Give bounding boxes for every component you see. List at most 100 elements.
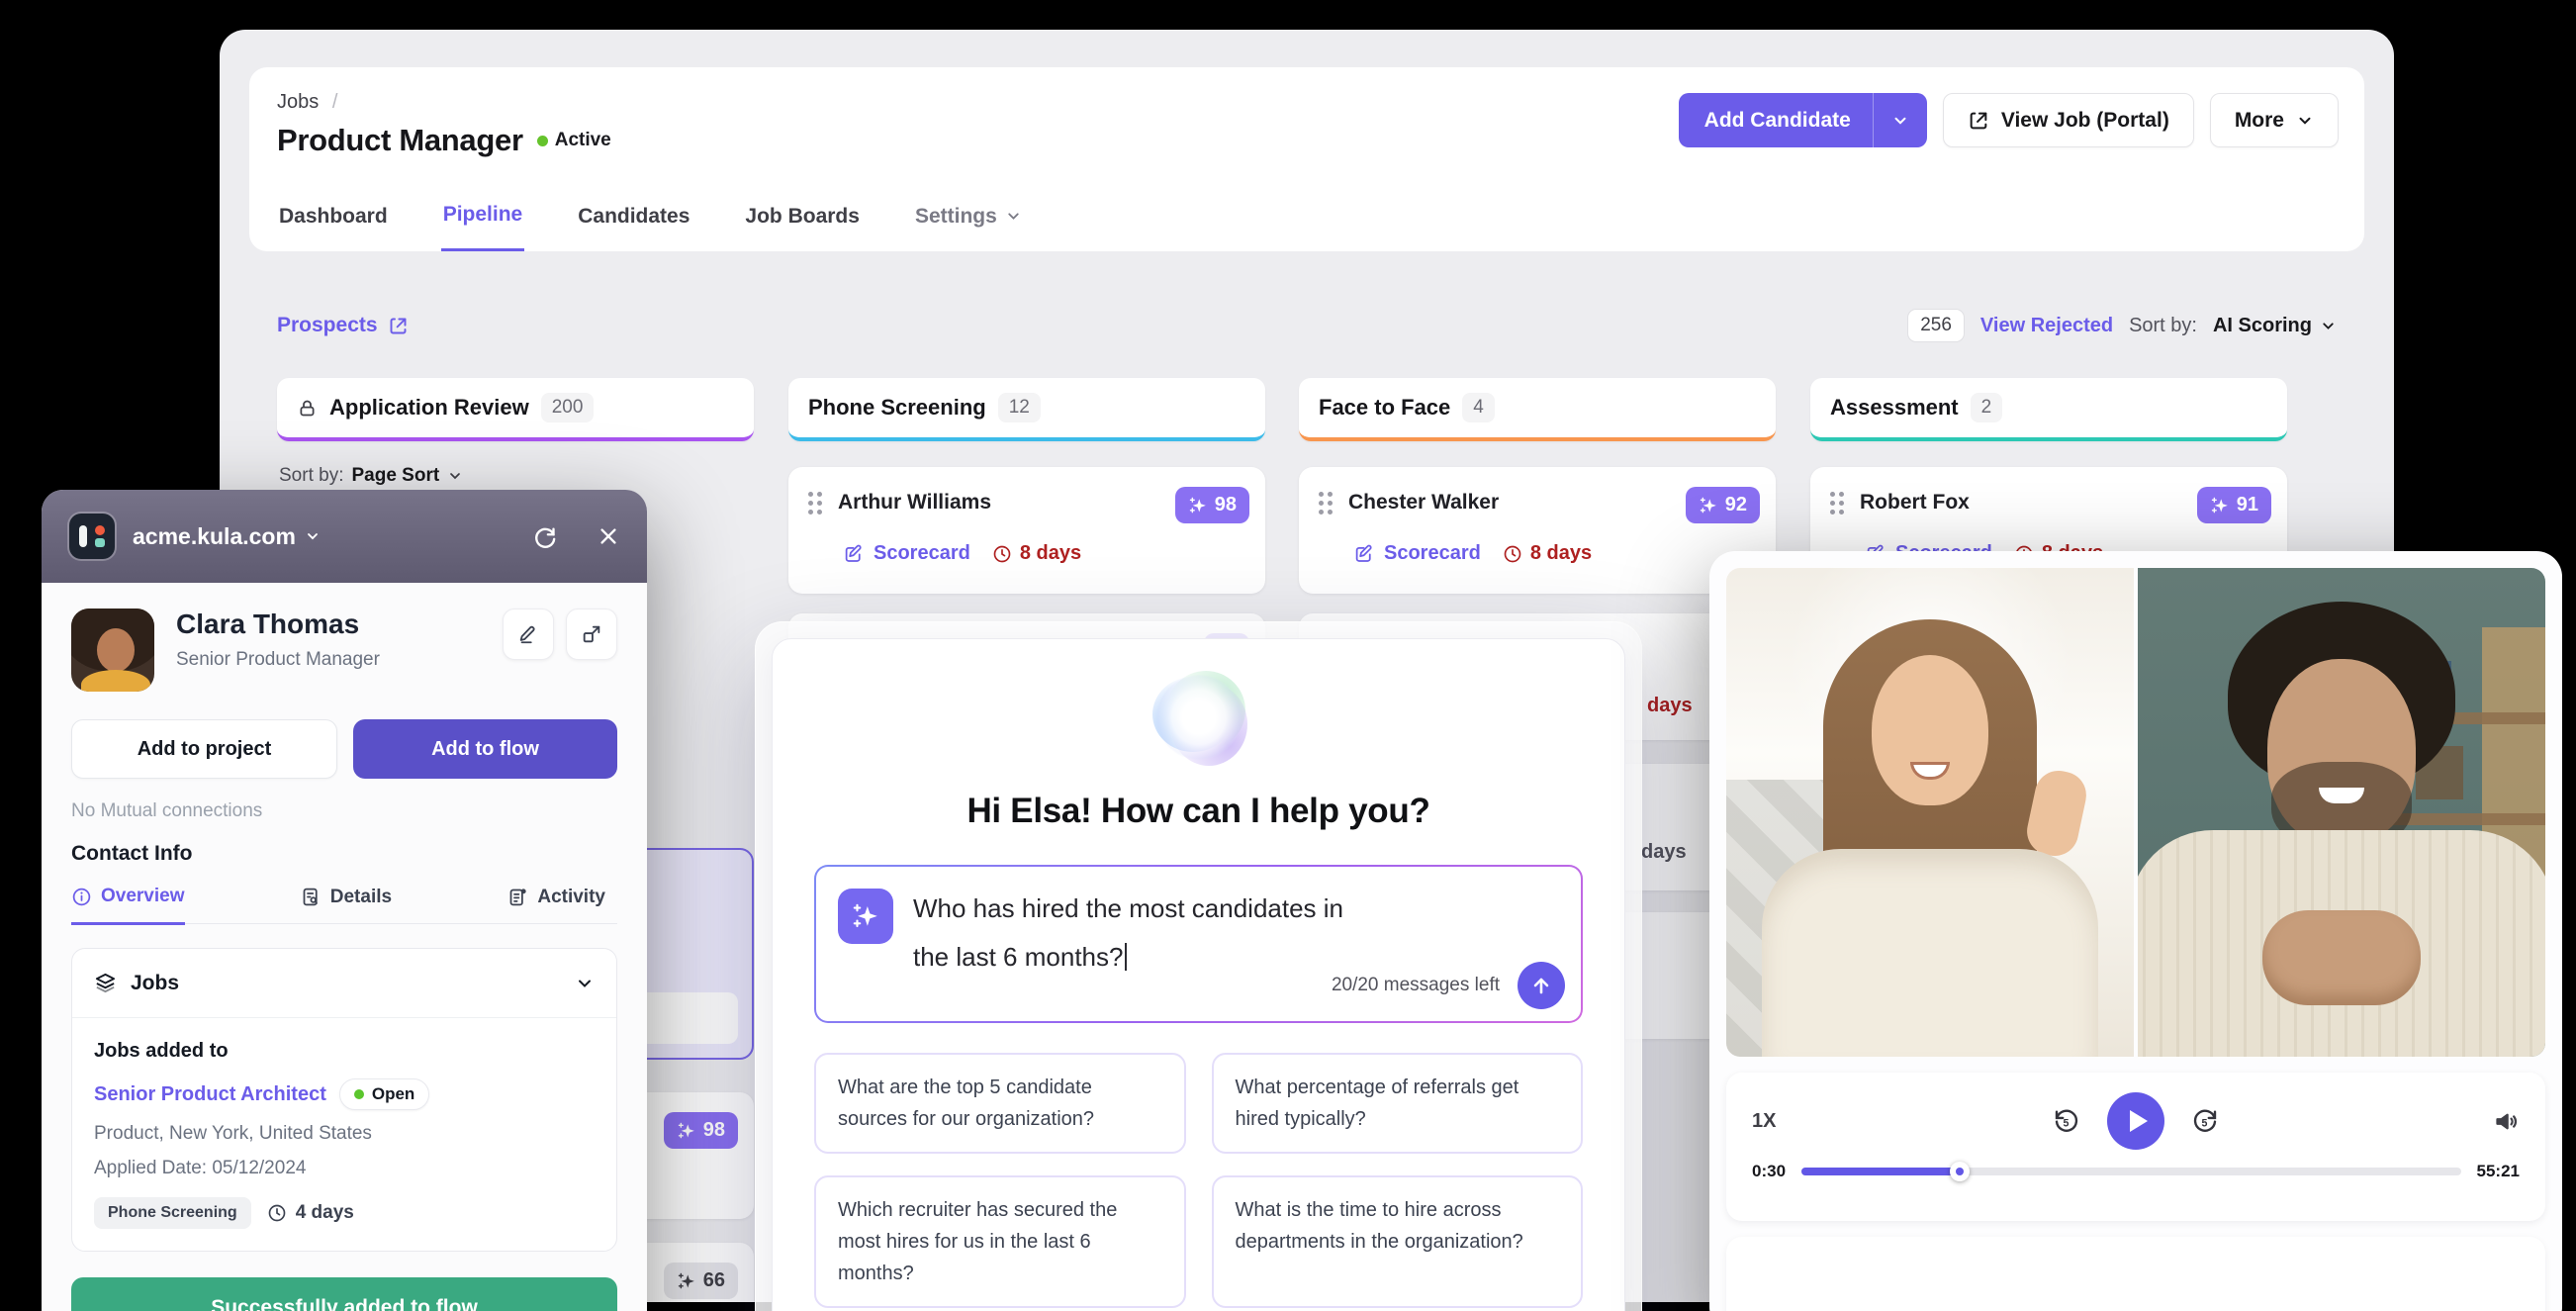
scorecard-link[interactable]: Scorecard [1354,542,1481,565]
open-status-dot [354,1089,364,1099]
ai-score-value: 66 [703,1269,725,1292]
sort-by-value: AI Scoring [2213,315,2312,337]
job-tabs: Dashboard Pipeline Candidates Job Boards… [277,203,1024,251]
candidate-name: Robert Fox [1860,491,1970,515]
video-feeds [1726,568,2545,1057]
no-mutual-connections: No Mutual connections [71,800,617,822]
playback-speed[interactable]: 1X [1752,1110,1776,1133]
breadcrumb[interactable]: Jobs / [277,91,337,114]
close-icon [598,525,619,547]
scorecard-label: Scorecard [1384,542,1481,565]
volume-button[interactable] [2493,1108,2520,1135]
jobs-section-title: Jobs [131,972,561,995]
breadcrumb-jobs[interactable]: Jobs [277,91,319,113]
job-status-label: Open [372,1084,414,1104]
text-caret [1125,943,1127,971]
drag-handle-icon[interactable] [808,492,822,515]
chevron-down-icon [305,528,321,544]
tab-details[interactable]: Details [301,886,392,923]
sort-by-dropdown[interactable]: AI Scoring [2213,315,2337,337]
progress-bar[interactable] [1801,1168,2460,1175]
close-button[interactable] [598,525,619,547]
tab-pipeline[interactable]: Pipeline [441,203,525,251]
view-job-label: View Job (Portal) [2001,109,2169,133]
add-to-flow-button[interactable]: Add to flow [353,719,617,779]
tab-activity[interactable]: Activity [507,886,605,923]
current-time: 0:30 [1752,1162,1786,1181]
more-button[interactable]: More [2210,93,2339,147]
extension-url-dropdown[interactable]: acme.kula.com [133,523,321,550]
drag-handle-icon[interactable] [1319,492,1333,515]
scorecard-label: Scorecard [874,542,970,565]
edit-square-icon [844,543,865,564]
job-location: Product, New York, United States [94,1123,595,1145]
activity-list-icon [507,887,528,907]
column-header-assessment[interactable]: Assessment 2 [1810,378,2287,441]
extension-header: acme.kula.com [42,490,647,583]
rewind-5-icon[interactable]: 5 [2052,1106,2081,1136]
interview-video-overlay: 1X 5 5 0:30 55:21 [1709,551,2562,1311]
pencil-icon [517,623,539,645]
candidate-card-chester-walker[interactable]: Chester Walker 92 Scorecard 8 days [1299,467,1776,594]
sparkle-icon [1188,496,1208,515]
prospects-label: Prospects [277,314,378,337]
candidate-name: Clara Thomas [176,609,481,640]
avatar [71,609,154,692]
edit-button[interactable] [503,609,554,660]
stage-pill: Phone Screening [94,1197,251,1229]
tab-dashboard[interactable]: Dashboard [277,203,390,251]
transcript-card [1726,1237,2545,1311]
view-job-portal-button[interactable]: View Job (Portal) [1943,93,2194,147]
clock-icon [267,1203,287,1223]
forward-5-icon[interactable]: 5 [2190,1106,2220,1136]
page-sort-value: Page Sort [351,465,439,487]
candidate-card-arthur-williams[interactable]: Arthur Williams 98 Scorecard 8 days [788,467,1265,594]
arrow-up-icon [1529,974,1553,997]
suggestion-card[interactable]: What are the top 5 candidate sources for… [814,1053,1186,1154]
page-sort-dropdown[interactable]: Sort by: Page Sort [279,465,754,487]
scorecard-link[interactable]: Scorecard [844,542,970,565]
view-rejected-link[interactable]: View Rejected [1980,315,2113,337]
chevron-down-icon [1005,208,1022,225]
drag-handle-icon[interactable] [1830,492,1844,515]
job-status-badge: Open [339,1078,429,1110]
candidate-name: Arthur Williams [838,491,991,515]
ai-query-text[interactable]: Who has hired the most candidates in the… [913,885,1403,982]
sparkle-icon [677,1271,696,1291]
add-candidate-button[interactable]: Add Candidate [1679,93,1927,147]
days-fragment: days [1641,841,1687,864]
edit-square-icon [1354,543,1375,564]
rejected-count-pill: 256 [1907,309,1965,342]
add-candidate-dropdown[interactable] [1873,93,1927,147]
status-badge: Active [537,130,611,151]
ai-score-badge: 98 [664,1112,738,1149]
tab-overview[interactable]: Overview [71,886,185,925]
tab-settings[interactable]: Settings [913,203,1024,251]
jobs-accordion-header[interactable]: Jobs [72,949,616,1018]
days-in-stage: 8 days [992,542,1081,565]
suggestion-card[interactable]: Which recruiter has secured the most hir… [814,1175,1186,1308]
column-header-phone-screening[interactable]: Phone Screening 12 [788,378,1265,441]
prospects-link[interactable]: Prospects [277,314,409,337]
play-button[interactable] [2107,1092,2164,1150]
tab-candidates[interactable]: Candidates [576,203,691,251]
ai-query-input[interactable]: Who has hired the most candidates in the… [814,865,1583,1023]
suggestion-card[interactable]: What is the time to hire across departme… [1212,1175,1584,1308]
refresh-icon [531,523,558,550]
column-header-face-to-face[interactable]: Face to Face 4 [1299,378,1776,441]
add-to-project-button[interactable]: Add to project [71,719,337,779]
send-button[interactable] [1518,962,1565,1009]
progress-thumb[interactable] [1950,1162,1970,1181]
refresh-button[interactable] [531,523,558,550]
column-face-to-face: Face to Face 4 Chester Walker 92 Scoreca… [1299,378,1776,441]
column-title: Application Review [329,395,529,421]
chevron-down-icon [2320,318,2337,334]
column-header-application-review[interactable]: Application Review 200 [277,378,754,441]
tab-job-boards[interactable]: Job Boards [743,203,862,251]
svg-text:5: 5 [2064,1118,2070,1130]
expand-button[interactable] [566,609,617,660]
page-title: Product Manager [277,123,523,158]
suggestion-card[interactable]: What percentage of referrals get hired t… [1212,1053,1584,1154]
job-link[interactable]: Senior Product Architect [94,1083,326,1106]
days-value: 8 days [1530,542,1592,565]
